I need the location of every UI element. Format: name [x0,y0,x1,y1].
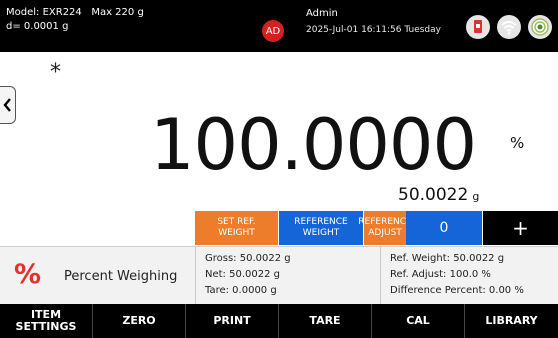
user-avatar[interactable]: AD [262,20,284,42]
zero-button[interactable]: ZERO [93,304,186,338]
zero-label: ZERO [122,314,156,327]
stable-indicator: * [50,60,61,85]
divider [195,247,196,305]
item-settings-label: ITEM SETTINGS [15,308,77,333]
secondary-value: 50.0022 [398,185,469,205]
reference-adjust-button[interactable]: REFERENCE ADJUST [358,211,412,245]
secondary-unit: g [472,190,480,203]
item-settings-button[interactable]: ITEM SETTINGS [0,304,93,338]
reference-details: Ref. Weight: 50.0022 g Ref. Adjust: 100.… [390,251,524,299]
ref-adjust-value: Ref. Adjust: 100.0 % [390,269,491,280]
percent-weighing-icon: % [14,259,42,290]
tare-value: Tare: 0.0000 g [205,285,277,296]
bottom-nav: ITEM SETTINGS ZERO PRINT TARE CAL LIBRAR… [0,304,558,338]
tare-label: TARE [309,314,341,327]
usb-icon[interactable] [466,15,490,39]
level-target-icon[interactable] [528,15,552,39]
secondary-reading: 50.0022 g [398,185,479,205]
side-panel-toggle[interactable] [0,86,16,124]
resolution-label: d= 0.0001 g [6,21,69,32]
datetime: 2025-Jul-01 16:11:56 Tuesday [306,25,441,35]
main-reading: 100.0000 [150,104,477,186]
reference-value: 0 [439,219,449,236]
weight-details: Gross: 50.0022 g Net: 50.0022 g Tare: 0.… [205,251,291,299]
tare-button[interactable]: TARE [279,304,372,338]
divider [380,247,381,305]
reference-weight-label: REFERENCE WEIGHT [294,217,348,238]
max-capacity-label: Max 220 g [91,7,144,18]
library-button[interactable]: LIBRARY [465,304,558,338]
set-ref-weight-button[interactable]: SET REF. WEIGHT [195,211,278,245]
info-panel: % Percent Weighing Gross: 50.0022 g Net:… [0,246,558,305]
reference-value-field[interactable]: 0 [406,211,482,245]
top-status-bar: Model: EXR224 Max 220 g d= 0.0001 g AD A… [0,0,558,52]
print-label: PRINT [213,314,251,327]
user-info: Admin 2025-Jul-01 16:11:56 Tuesday [306,7,441,37]
cal-button[interactable]: CAL [372,304,465,338]
reference-weight-button[interactable]: REFERENCE WEIGHT [279,211,363,245]
model-label: Model: EXR224 [6,7,82,18]
plus-button[interactable]: + [483,211,558,245]
balance-info: Model: EXR224 Max 220 g d= 0.0001 g [6,6,144,34]
print-button[interactable]: PRINT [186,304,279,338]
ref-weight-value: Ref. Weight: 50.0022 g [390,253,505,264]
cal-label: CAL [406,314,430,327]
user-name: Admin [306,8,338,19]
chevron-left-icon [2,98,11,112]
net-value: Net: 50.0022 g [205,269,280,280]
plus-label: + [512,215,529,240]
reference-adjust-label: REFERENCE ADJUST [358,217,412,238]
main-unit: % [510,134,525,152]
difference-percent-value: Difference Percent: 0.00 % [390,285,524,296]
library-label: LIBRARY [485,314,538,327]
gross-value: Gross: 50.0022 g [205,253,291,264]
mode-label: Percent Weighing [64,269,178,284]
wifi-icon[interactable] [497,15,521,39]
set-ref-weight-label: SET REF. WEIGHT [217,217,256,238]
